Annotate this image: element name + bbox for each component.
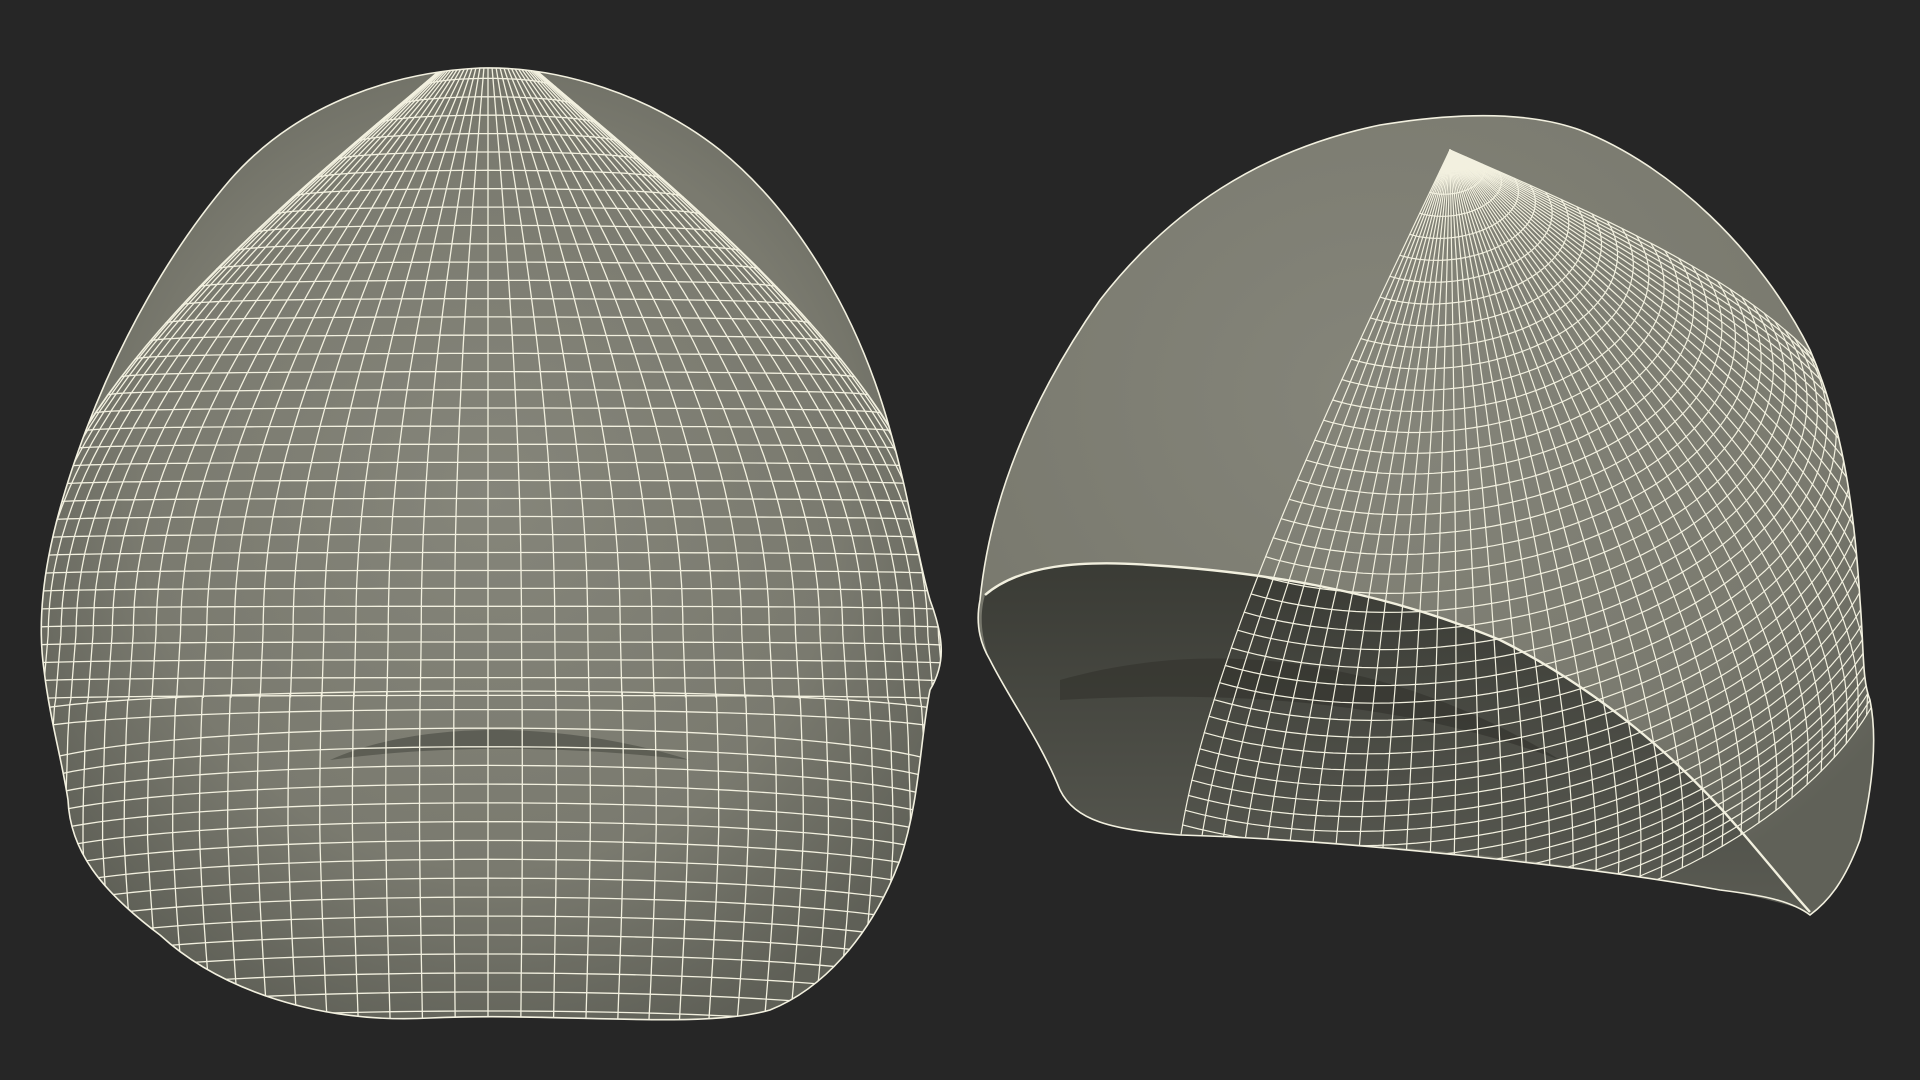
helmet-three-quarter-view xyxy=(977,115,1875,916)
helmet-front-view xyxy=(29,67,947,1070)
wire-line xyxy=(29,1030,947,1070)
helmet-front-shell xyxy=(41,67,942,1020)
render-viewport xyxy=(0,0,1920,1080)
wireframe-render xyxy=(29,67,1875,1070)
